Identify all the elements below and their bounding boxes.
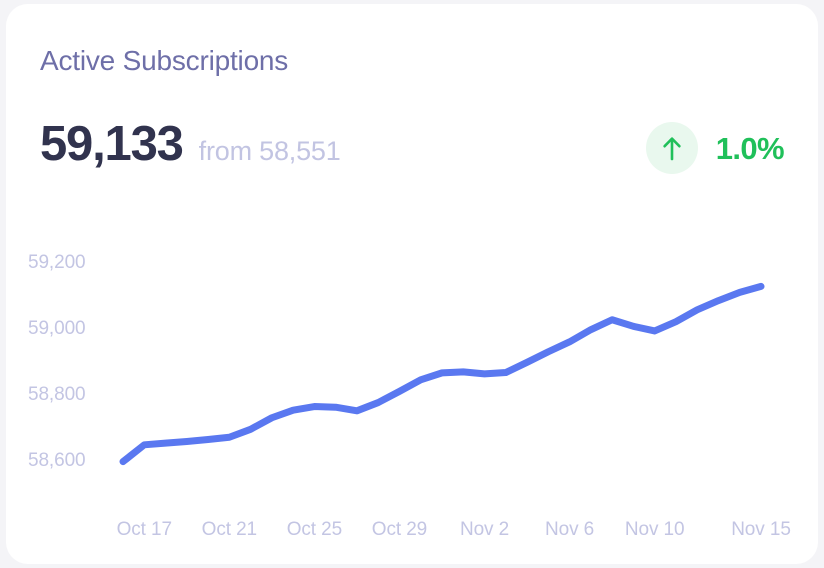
x-axis-labels: Oct 17 Oct 21 Oct 25 Oct 29 Nov 2 Nov 6 Nov 10…: [117, 519, 791, 540]
y-axis-tick: 59,000: [28, 318, 86, 339]
x-axis-tick: Nov 2: [460, 519, 509, 540]
stat-row: 59,133 from 58,551 1.0%: [40, 120, 785, 186]
arrow-up-badge: [645, 122, 698, 174]
x-axis-tick: Nov 6: [545, 519, 594, 540]
y-axis-labels: 58,600 58,800 59,000 59,200: [28, 252, 86, 471]
y-axis-tick: 58,800: [28, 384, 86, 405]
x-axis-tick: Nov 15: [731, 519, 791, 540]
stat-compare-label: from 58,551: [198, 136, 341, 166]
x-axis-tick: Oct 17: [117, 519, 172, 540]
delta-indicator: 1.0%: [645, 122, 785, 174]
stat-value: 59,133: [40, 117, 184, 171]
stat-card: Active Subscriptions 59,133 from 58,551 …: [6, 4, 818, 564]
arrow-up-icon: [659, 134, 685, 162]
delta-percent: 1.0%: [715, 130, 785, 166]
stat-main: 59,133 from 58,551: [40, 120, 341, 169]
series-line-active-subscriptions: [119, 282, 765, 466]
x-axis-tick: Oct 25: [287, 519, 342, 540]
x-axis-tick: Oct 29: [372, 519, 427, 540]
y-axis-tick: 59,200: [28, 252, 86, 273]
x-axis-tick: Oct 21: [202, 519, 257, 540]
line-chart: 58,600 58,800 59,000 59,200 Oct 17 Oct 21 Oct…: [6, 232, 818, 542]
y-axis-tick: 58,600: [28, 450, 86, 471]
page-title: Active Subscriptions: [40, 45, 289, 76]
chart-svg: 58,60058,80059,00059,200 Oct 17 Oct 21 Oct…: [28, 252, 791, 540]
x-axis-tick: Nov 10: [625, 519, 685, 540]
